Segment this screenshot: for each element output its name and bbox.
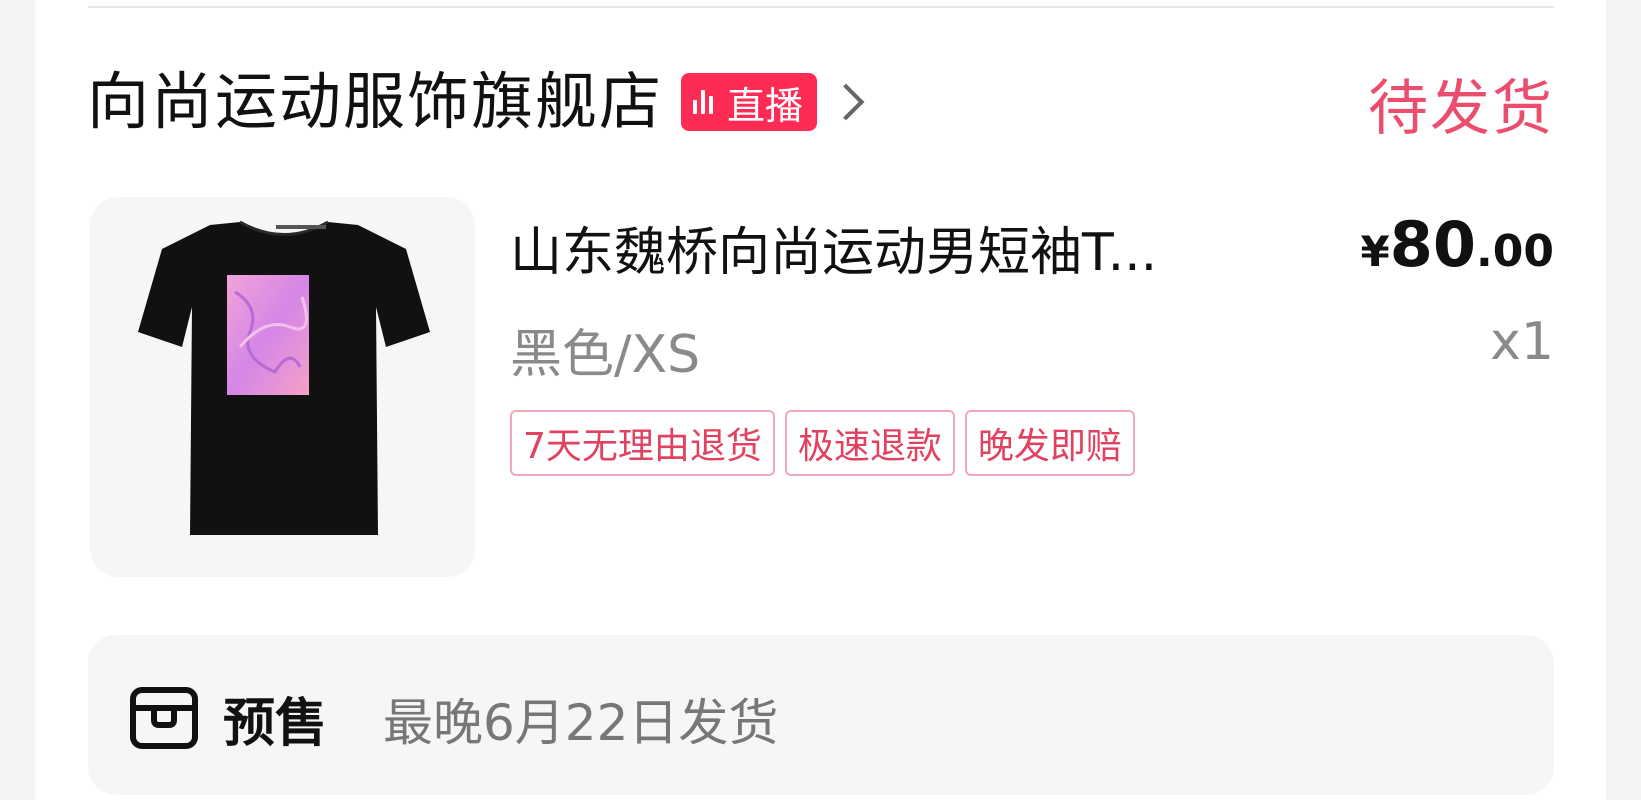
product-price: ¥ 80 .00 [1361, 208, 1554, 281]
order-card: 向尚运动服饰旗舰店 直播 待发货 山东魏桥向尚运动男短袖T... ¥ 80 .0… [35, 0, 1606, 800]
product-title[interactable]: 山东魏桥向尚运动男短袖T... [510, 210, 1290, 285]
tag-no-reason-return: 7天无理由退货 [510, 410, 775, 476]
top-divider [88, 6, 1554, 8]
product-image[interactable] [90, 197, 475, 577]
tag-late-compensation: 晚发即赔 [964, 410, 1135, 476]
shop-header[interactable]: 向尚运动服饰旗舰店 直播 [87, 62, 865, 142]
product-spec: 黑色/XS [510, 325, 701, 385]
price-decimal: .00 [1476, 226, 1554, 277]
price-currency: ¥ [1360, 227, 1390, 276]
shop-name[interactable]: 向尚运动服饰旗舰店 [87, 71, 663, 133]
presale-delivery-text: 最晚6月22日发货 [383, 694, 779, 752]
presale-box-icon [130, 687, 198, 749]
live-badge[interactable]: 直播 [681, 73, 818, 131]
chevron-right-icon[interactable] [827, 83, 865, 121]
price-integer: 80 [1389, 208, 1477, 281]
tshirt-image [90, 197, 475, 577]
tag-fast-refund: 极速退款 [784, 410, 955, 476]
presale-label: 预售 [223, 694, 328, 754]
service-tags: 7天无理由退货 极速退款 晚发即赔 [510, 410, 1145, 476]
presale-banner: 预售 最晚6月22日发货 [88, 635, 1554, 795]
order-status: 待发货 [1368, 74, 1554, 144]
live-bars-icon [693, 90, 717, 114]
live-label: 直播 [727, 83, 804, 128]
product-quantity: x1 [1490, 312, 1554, 372]
